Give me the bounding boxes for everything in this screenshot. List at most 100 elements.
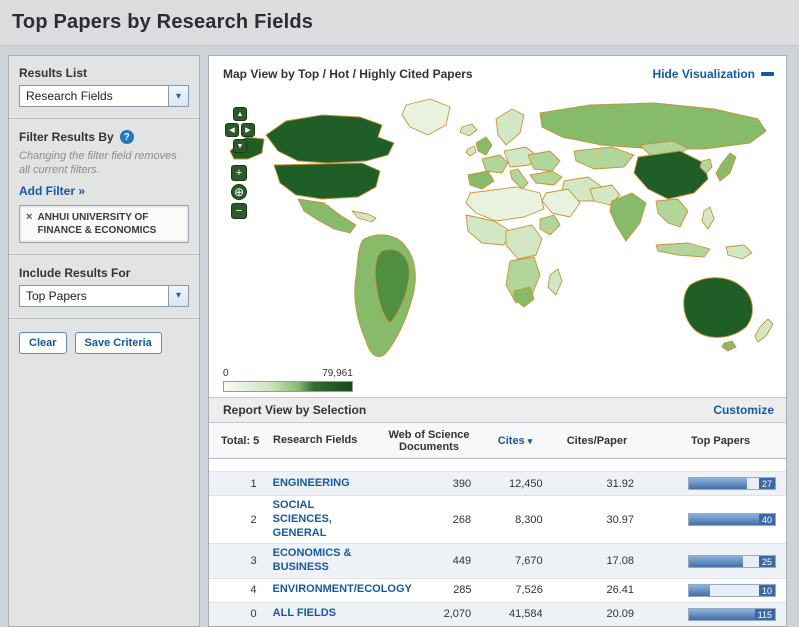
content-area: Results List Research Fields ▾ Filter Re…	[0, 46, 799, 627]
choropleth-map[interactable]	[209, 93, 786, 365]
results-list-selected-value: Research Fields	[20, 89, 168, 103]
table-row: 4 ENVIRONMENT/ECOLOGY 285 7,526 26.41 10	[209, 579, 786, 603]
documents-cell: 268	[378, 511, 477, 529]
zoom-out-button[interactable]: −	[231, 203, 247, 219]
rank-cell: 2	[209, 511, 267, 529]
customize-link[interactable]: Customize	[713, 403, 774, 417]
filter-tag[interactable]: × ANHUI UNIVERSITY OF FINANCE & ECONOMIC…	[19, 205, 189, 243]
field-link[interactable]: ALL FIELDS	[273, 607, 336, 619]
top-papers-bar: 10	[688, 584, 776, 597]
rank-cell: 1	[209, 475, 267, 493]
rank-cell: 0	[209, 605, 267, 623]
help-icon[interactable]: ?	[120, 130, 134, 144]
map-legend: 0 79,961	[223, 368, 383, 392]
cites-cell: 41,584	[477, 605, 549, 623]
hide-visualization-label: Hide Visualization	[653, 67, 755, 81]
sidebar-divider	[9, 254, 199, 255]
zoom-in-button[interactable]: +	[231, 165, 247, 181]
cites-cell: 12,450	[477, 475, 549, 493]
map-zoom-control: + ⊕ −	[225, 165, 253, 219]
page-header: Top Papers by Research Fields	[0, 0, 799, 46]
top-papers-value: 40	[759, 514, 775, 525]
application-window: Top Papers by Research Fields Results Li…	[0, 0, 799, 627]
results-table: Total: 5 Research Fields Web of Science …	[209, 423, 786, 627]
save-criteria-button[interactable]: Save Criteria	[75, 332, 162, 354]
pan-left-icon[interactable]: ◀	[225, 123, 239, 137]
include-results-label: Include Results For	[19, 266, 189, 280]
column-header-documents[interactable]: Web of Science Documents	[379, 426, 479, 456]
sidebar-divider	[9, 118, 199, 119]
sort-desc-icon[interactable]: ▾	[528, 436, 533, 446]
top-papers-bar: 25	[688, 555, 776, 568]
report-view-header: Report View by Selection Customize	[209, 397, 786, 423]
documents-cell: 449	[378, 552, 477, 570]
pan-down-icon[interactable]: ▼	[233, 139, 247, 153]
map-view-title: Map View by Top / Hot / Highly Cited Pap…	[223, 67, 473, 81]
globe-reset-button[interactable]: ⊕	[231, 184, 247, 200]
report-view-title: Report View by Selection	[223, 403, 366, 417]
clear-button[interactable]: Clear	[19, 332, 67, 354]
top-papers-bar: 27	[688, 477, 776, 490]
main-panel: Map View by Top / Hot / Highly Cited Pap…	[208, 55, 787, 627]
sidebar-actions: Clear Save Criteria	[19, 332, 189, 354]
documents-cell: 285	[379, 581, 478, 599]
field-link[interactable]: ECONOMICS & BUSINESS	[273, 547, 352, 573]
table-spacer-row	[209, 459, 786, 472]
remove-filter-icon[interactable]: ×	[26, 211, 32, 237]
map-pan-control[interactable]: ▲ ◀ ▶ ▼	[227, 107, 255, 155]
chevron-down-icon[interactable]: ▾	[168, 286, 188, 306]
legend-gradient-bar	[223, 381, 353, 392]
collapse-icon[interactable]	[761, 72, 774, 76]
map-controls: ▲ ◀ ▶ ▼ + ⊕ −	[225, 107, 253, 219]
total-count: Total: 5	[209, 432, 267, 450]
pan-right-icon[interactable]: ▶	[241, 123, 255, 137]
rank-cell: 3	[209, 552, 267, 570]
column-header-cites[interactable]: Cites▾	[479, 432, 551, 450]
column-header-research-fields[interactable]: Research Fields	[267, 431, 379, 451]
results-list-select[interactable]: Research Fields ▾	[19, 85, 189, 107]
filter-tag-label: ANHUI UNIVERSITY OF FINANCE & ECONOMICS	[37, 211, 182, 237]
map-view-header: Map View by Top / Hot / Highly Cited Pap…	[209, 56, 786, 91]
top-papers-value: 25	[759, 556, 775, 567]
add-filter-link[interactable]: Add Filter »	[19, 184, 85, 198]
cites-per-paper-cell: 30.97	[549, 511, 640, 529]
filter-note: Changing the filter field removes all cu…	[19, 149, 189, 178]
top-papers-value: 115	[755, 609, 775, 620]
table-row: 0 ALL FIELDS 2,070 41,584 20.09 115	[209, 603, 786, 627]
documents-cell: 390	[378, 475, 477, 493]
cites-cell: 8,300	[477, 511, 549, 529]
include-results-select[interactable]: Top Papers ▾	[19, 285, 189, 307]
world-map[interactable]: ▲ ◀ ▶ ▼ + ⊕ − 0 79,961	[209, 91, 786, 397]
page-title: Top Papers by Research Fields	[12, 11, 313, 34]
filter-results-by-label: Filter Results By	[19, 130, 114, 144]
cites-cell: 7,670	[477, 552, 549, 570]
rank-cell: 4	[209, 581, 267, 599]
top-papers-bar: 115	[688, 608, 776, 621]
pan-up-icon[interactable]: ▲	[233, 107, 247, 121]
cites-per-paper-cell: 17.08	[549, 552, 640, 570]
top-papers-value: 10	[759, 585, 775, 596]
cites-per-paper-cell: 26.41	[549, 581, 640, 599]
table-row: 3 ECONOMICS & BUSINESS 449 7,670 17.08 2…	[209, 544, 786, 579]
field-link[interactable]: ENGINEERING	[273, 477, 350, 489]
cites-cell: 7,526	[478, 581, 549, 599]
table-row: 1 ENGINEERING 390 12,450 31.92 27	[209, 472, 786, 496]
sidebar-divider	[9, 318, 199, 319]
table-row: 2 SOCIAL SCIENCES, GENERAL 268 8,300 30.…	[209, 496, 786, 544]
column-header-top-papers[interactable]: Top Papers	[643, 432, 786, 450]
documents-cell: 2,070	[378, 605, 477, 623]
chevron-down-icon[interactable]: ▾	[168, 86, 188, 106]
field-link[interactable]: SOCIAL SCIENCES, GENERAL	[273, 499, 332, 539]
hide-visualization-link[interactable]: Hide Visualization	[653, 67, 774, 81]
top-papers-bar: 40	[688, 513, 776, 526]
cites-per-paper-cell: 20.09	[549, 605, 640, 623]
cites-per-paper-cell: 31.92	[549, 475, 640, 493]
results-list-label: Results List	[19, 66, 189, 80]
sidebar: Results List Research Fields ▾ Filter Re…	[8, 55, 200, 627]
include-results-selected-value: Top Papers	[20, 289, 168, 303]
top-papers-value: 27	[759, 478, 775, 489]
legend-min-value: 0	[223, 368, 229, 379]
table-header-row: Total: 5 Research Fields Web of Science …	[209, 423, 786, 459]
column-header-cites-per-paper[interactable]: Cites/Paper	[551, 432, 643, 450]
legend-max-value: 79,961	[322, 368, 353, 379]
